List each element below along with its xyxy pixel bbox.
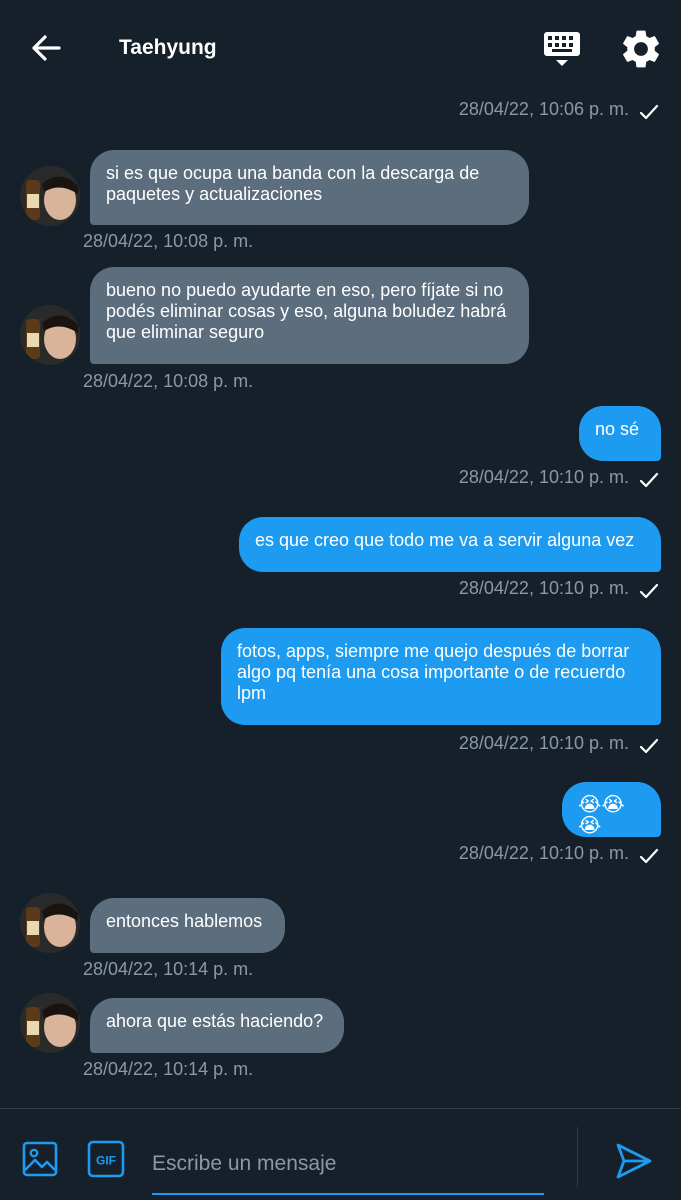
checkmark-icon [639, 738, 659, 754]
message-text: fotos, apps, siempre me quejo después de… [237, 641, 630, 703]
send-button[interactable] [612, 1139, 656, 1183]
checkmark-icon [639, 848, 659, 864]
gear-icon [623, 30, 659, 68]
message-input[interactable] [152, 1135, 544, 1195]
add-image-button[interactable] [20, 1139, 60, 1179]
message-bubble-outgoing[interactable]: 😭😭😭 [562, 782, 661, 837]
message-timestamp: 28/04/22, 10:10 p. m. [458, 467, 629, 487]
message-bubble-incoming[interactable]: ahora que estás haciendo? [90, 998, 344, 1053]
avatar[interactable] [20, 993, 80, 1053]
message-bubble-outgoing[interactable]: es que creo que todo me va a servir algu… [239, 517, 661, 572]
avatar-image [20, 893, 80, 953]
checkmark-icon [639, 472, 659, 488]
gif-label: GIF [96, 1154, 116, 1168]
message-text: ahora que estás haciendo? [106, 1011, 324, 1031]
message-text: 😭😭😭 [578, 794, 625, 837]
message-text: entonces hablemos [106, 911, 263, 931]
message-timestamp: 28/04/22, 10:06 p. m. [458, 99, 629, 119]
gif-icon: GIF [87, 1140, 125, 1178]
conversation-header: Taehyung [0, 0, 681, 96]
avatar-image [20, 305, 80, 365]
image-icon [22, 1141, 58, 1177]
avatar[interactable] [20, 305, 80, 365]
message-timestamp: 28/04/22, 10:14 p. m. [83, 959, 254, 979]
keyboard-icon [544, 32, 580, 66]
message-timestamp: 28/04/22, 10:10 p. m. [458, 733, 629, 753]
settings-button[interactable] [618, 26, 664, 72]
keyboard-shortcuts-button[interactable] [538, 26, 586, 70]
add-gif-button[interactable]: GIF [86, 1139, 126, 1179]
checkmark-icon [639, 583, 659, 599]
message-timestamp: 28/04/22, 10:14 p. m. [83, 1059, 254, 1079]
send-icon [616, 1143, 652, 1179]
message-timestamp: 28/04/22, 10:08 p. m. [83, 231, 254, 251]
conversation-title: Taehyung [119, 36, 217, 59]
arrow-left-icon [32, 35, 61, 61]
message-bubble-incoming[interactable]: si es que ocupa una banda con la descarg… [90, 150, 529, 225]
back-button[interactable] [26, 28, 66, 68]
message-bubble-outgoing[interactable]: fotos, apps, siempre me quejo después de… [221, 628, 661, 725]
message-text: es que creo que todo me va a servir algu… [255, 530, 635, 550]
avatar[interactable] [20, 893, 80, 953]
avatar[interactable] [20, 166, 80, 226]
message-text: si es que ocupa una banda con la descarg… [106, 163, 480, 204]
avatar-image [20, 166, 80, 226]
checkmark-icon [639, 104, 659, 120]
message-timestamp: 28/04/22, 10:08 p. m. [83, 371, 254, 391]
message-text: no sé [595, 419, 640, 439]
message-timestamp: 28/04/22, 10:10 p. m. [458, 843, 629, 863]
message-text: bueno no puedo ayudarte en eso, pero fíj… [106, 280, 507, 342]
message-bubble-incoming[interactable]: entonces hablemos [90, 898, 285, 953]
message-timestamp: 28/04/22, 10:10 p. m. [458, 578, 629, 598]
message-bubble-outgoing[interactable]: no sé [579, 406, 661, 461]
composer-divider [577, 1127, 578, 1187]
message-bubble-incoming[interactable]: bueno no puedo ayudarte en eso, pero fíj… [90, 267, 529, 364]
message-composer: GIF [0, 1108, 681, 1200]
avatar-image [20, 993, 80, 1053]
